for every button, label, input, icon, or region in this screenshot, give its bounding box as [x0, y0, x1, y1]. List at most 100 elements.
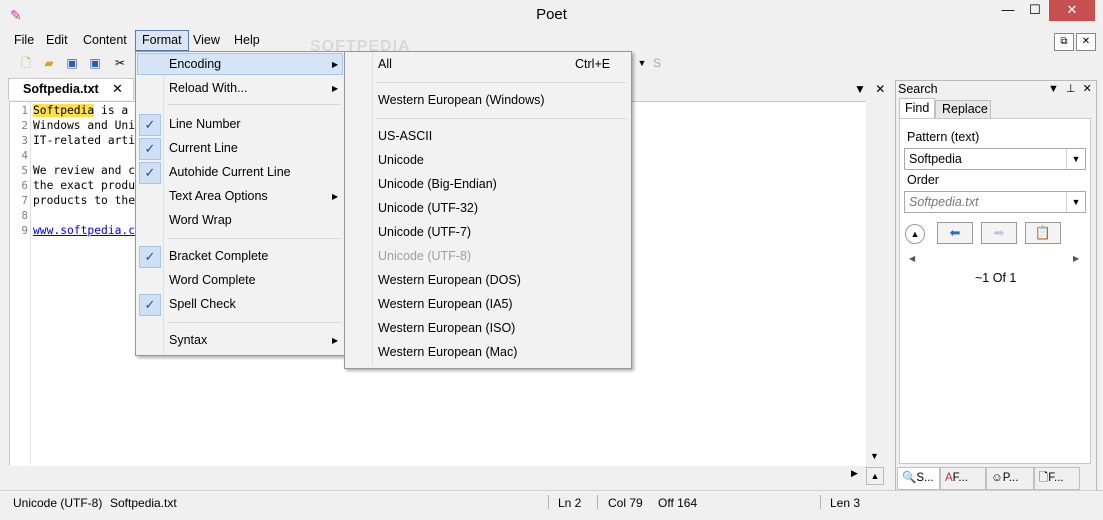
menu-item-all[interactable]: All [378, 57, 392, 71]
status-encoding[interactable]: Unicode (UTF-8) [13, 496, 102, 510]
menu-item-encoding[interactable]: Unicode (UTF-7) [378, 225, 471, 239]
status-offset: Off 164 [658, 496, 698, 510]
horizontal-scrollbar[interactable]: ▶ [9, 466, 865, 483]
maximize-button[interactable]: ☐ [1022, 0, 1048, 21]
save-all-icon[interactable]: ▣ [87, 55, 103, 71]
menu-separator [376, 82, 626, 83]
vertical-scrollbar[interactable]: ▼ [866, 101, 883, 466]
font-dropdown-arrow-icon[interactable]: ▼ [634, 55, 650, 71]
menu-item-line-number[interactable]: Line Number [169, 117, 241, 131]
cut-icon[interactable]: ✂ [112, 55, 128, 71]
bottom-tab-label: F... [1048, 472, 1064, 484]
bottom-tab-search[interactable]: 🔍S... [897, 467, 940, 490]
menu-item-highlight [137, 53, 343, 75]
menu-item-bracket-complete[interactable]: Bracket Complete [169, 249, 268, 263]
bottom-tab-label: F... [952, 472, 969, 484]
bottom-tab-files[interactable]: 🗋F... [1034, 467, 1080, 490]
status-divider [597, 495, 598, 509]
menu-separator [167, 322, 341, 323]
menu-item-word-complete[interactable]: Word Complete [169, 273, 256, 287]
pane-buttons: ▼ ✕ [854, 82, 885, 96]
scroll-down-icon[interactable]: ▼ [870, 451, 879, 461]
line-number: 7 [21, 194, 28, 207]
file-icon: 🗋 [1039, 472, 1049, 484]
order-value: Softpedia.txt [909, 195, 979, 209]
open-folder-icon[interactable]: ▰ [41, 55, 57, 71]
menu-item-encoding[interactable]: Western European (DOS) [378, 273, 521, 287]
submenu-arrow-icon: ▶ [332, 192, 339, 201]
menu-item-autohide-current-line[interactable]: Autohide Current Line [169, 165, 291, 179]
menu-item-encoding[interactable]: US-ASCII [378, 129, 432, 143]
scroll-right-icon[interactable]: ▶ [851, 468, 858, 479]
line-number: 5 [21, 164, 28, 177]
minimize-button[interactable]: — [995, 0, 1021, 21]
format-menu [135, 51, 347, 356]
tab-replace-label: Replace [942, 102, 988, 116]
scroll-left-icon[interactable]: ◀ [909, 254, 915, 263]
find-next-button[interactable]: ➡ [981, 222, 1017, 244]
menu-item-encoding[interactable]: Western European (Mac) [378, 345, 517, 359]
bottom-tab-font[interactable]: AF... [940, 467, 986, 490]
line-number: 2 [21, 119, 28, 132]
menu-item-encoding[interactable]: Unicode (Big-Endian) [378, 177, 497, 191]
code-link[interactable]: www.softpedia.co [33, 224, 142, 237]
find-options-icon[interactable]: 📋 [1025, 222, 1061, 244]
scroll-corner-icon[interactable]: ▲ [866, 467, 884, 485]
check-icon: ✓ [139, 114, 161, 136]
menu-item-spell-check[interactable]: Spell Check [169, 297, 236, 311]
gutter-divider [30, 102, 31, 465]
menu-item-text-area-options[interactable]: Text Area Options [169, 189, 268, 203]
scroll-right-icon[interactable]: ▶ [1073, 254, 1079, 263]
close-icon[interactable]: ✕ [1076, 33, 1096, 51]
menu-item-word-wrap[interactable]: Word Wrap [169, 213, 232, 227]
menu-file[interactable]: File [8, 31, 40, 50]
save-icon[interactable]: ▣ [64, 55, 80, 71]
status-filename: Softpedia.txt [110, 496, 177, 510]
menu-item-encoding[interactable]: Unicode (UTF-32) [378, 201, 478, 215]
order-combo[interactable]: Softpedia.txt ▼ [904, 191, 1086, 213]
code-text: is a [94, 104, 129, 117]
pattern-combo[interactable]: Softpedia ▼ [904, 148, 1086, 170]
menu-edit[interactable]: Edit [40, 31, 74, 50]
chevron-down-icon[interactable]: ▼ [1066, 149, 1085, 169]
status-length: Len 3 [830, 496, 861, 510]
menu-help[interactable]: Help [228, 31, 266, 50]
code-line: Windows and Uni [33, 119, 136, 132]
menu-item-encoding[interactable]: Western European (IA5) [378, 297, 513, 311]
menu-view[interactable]: View [187, 31, 226, 50]
font-style-button[interactable]: S [649, 55, 665, 71]
status-col: Col 79 [608, 496, 643, 510]
line-number: 3 [21, 134, 28, 147]
chevron-down-icon[interactable]: ▼ [1066, 192, 1085, 212]
collapse-up-icon[interactable]: ▲ [905, 224, 925, 244]
dropdown-icon[interactable]: ▼ [854, 82, 866, 96]
close-icon[interactable]: ✕ [875, 82, 885, 96]
menu-content[interactable]: Content [77, 31, 133, 50]
menu-gutter [163, 52, 164, 353]
menu-item-encoding[interactable]: Encoding [169, 57, 221, 71]
dropdown-icon[interactable]: ▼ [1048, 83, 1059, 95]
menu-item-encoding[interactable]: Unicode [378, 153, 424, 167]
find-previous-button[interactable]: ⬅ [937, 222, 973, 244]
menu-item-encoding[interactable]: Western European (Windows) [378, 93, 545, 107]
check-icon: ✓ [139, 246, 161, 268]
menu-gutter [372, 52, 373, 366]
menu-separator [167, 238, 341, 239]
close-button[interactable]: ✕ [1049, 0, 1095, 21]
tab-close-icon[interactable]: ✕ [112, 81, 123, 97]
bottom-tab-plugins[interactable]: ☺P... [986, 467, 1034, 490]
pattern-label: Pattern (text) [907, 130, 980, 144]
menu-item-current-line[interactable]: Current Line [169, 141, 238, 155]
close-icon[interactable]: ✕ [1083, 83, 1092, 95]
code-line: the exact produ [33, 179, 136, 192]
shortcut-label: Ctrl+E [575, 57, 611, 71]
menu-item-encoding[interactable]: Western European (ISO) [378, 321, 515, 335]
menu-item-syntax[interactable]: Syntax [169, 333, 207, 347]
tab-find-label: Find [905, 101, 930, 115]
menu-item-reload-with[interactable]: Reload With... [169, 81, 248, 95]
restore-icon[interactable]: ⧉ [1054, 33, 1074, 51]
menu-format[interactable]: Format [135, 30, 189, 51]
submenu-arrow-icon: ▶ [332, 60, 339, 69]
pin-icon[interactable]: ⊥ [1066, 83, 1076, 95]
new-file-icon[interactable]: 🗋 [18, 55, 34, 71]
